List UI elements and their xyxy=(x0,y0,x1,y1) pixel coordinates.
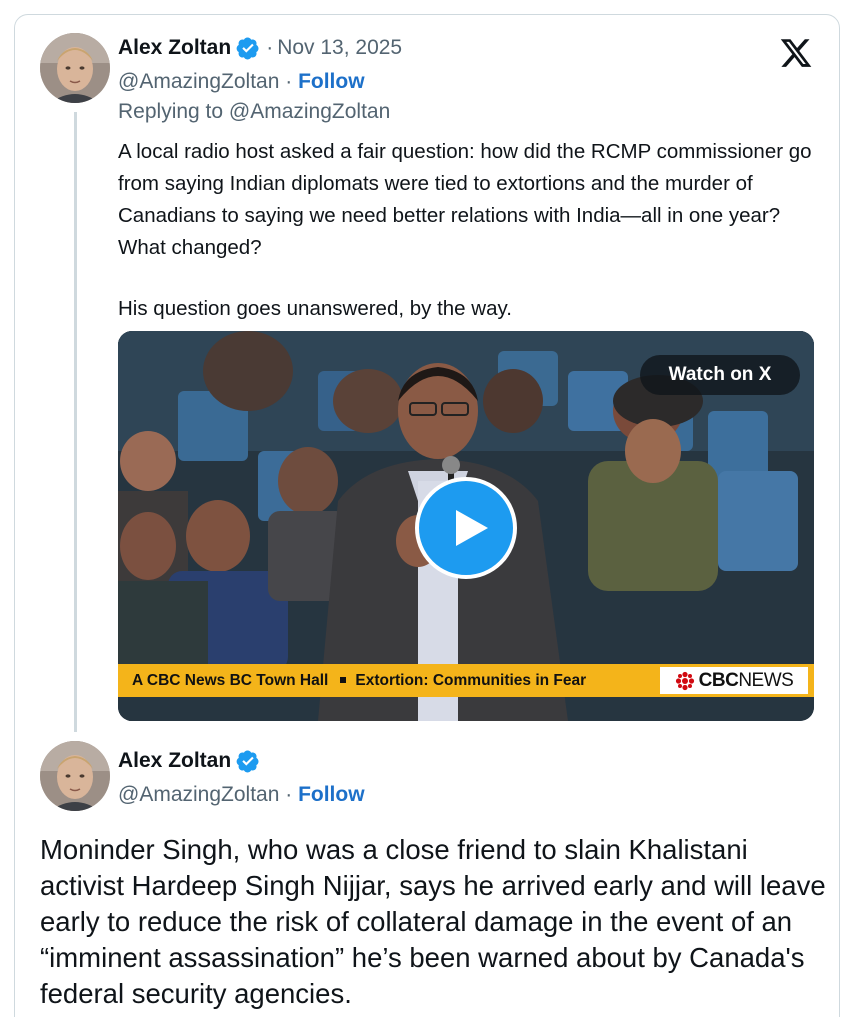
handle-row: @AmazingZoltan · Follow xyxy=(118,70,365,94)
separator-dot: · xyxy=(266,36,274,59)
avatar[interactable] xyxy=(40,33,110,103)
cbc-wordmark: CBC xyxy=(698,669,739,691)
news-wordmark: NEWS xyxy=(738,669,794,691)
cbc-gem-icon xyxy=(675,671,695,691)
author-display-name[interactable]: Alex Zoltan xyxy=(118,36,231,60)
replying-to-label: Replying to @AmazingZoltan xyxy=(118,100,391,123)
separator-dot: · xyxy=(285,70,299,93)
tweet-date[interactable]: Nov 13, 2025 xyxy=(277,36,402,60)
tweet-header: Alex Zoltan xyxy=(118,749,260,773)
verified-badge-icon xyxy=(236,749,260,773)
follow-button[interactable]: Follow xyxy=(298,70,365,93)
verified-badge-icon xyxy=(236,36,260,60)
author-display-name[interactable]: Alex Zoltan xyxy=(118,749,231,773)
cbc-news-logo: CBC NEWS xyxy=(660,667,808,694)
follow-button[interactable]: Follow xyxy=(298,783,365,806)
author-handle[interactable]: @AmazingZoltan xyxy=(118,783,279,806)
watch-on-x-button[interactable]: Watch on X xyxy=(640,355,800,395)
tweet-text: A local radio host asked a fair question… xyxy=(118,136,823,325)
tweet-paragraph: His question goes unanswered, by the way… xyxy=(118,297,512,320)
lower-third-separator xyxy=(340,676,347,683)
play-button[interactable] xyxy=(415,477,517,579)
thread-connector-line xyxy=(74,112,77,732)
separator-dot: · xyxy=(285,783,299,806)
tweet-text: Moninder Singh, who was a close friend t… xyxy=(40,834,826,1009)
lower-third-right: Extortion: Communities in Fear xyxy=(355,671,587,689)
avatar[interactable] xyxy=(40,741,110,811)
handle-row: @AmazingZoltan · Follow xyxy=(118,783,365,807)
video-lower-third: A CBC News BC Town Hall Extortion: Commu… xyxy=(118,664,814,697)
play-icon xyxy=(456,510,488,546)
tweet-header: Alex Zoltan · Nov 13, 2025 xyxy=(118,36,402,60)
author-handle[interactable]: @AmazingZoltan xyxy=(118,70,279,93)
tweet-paragraph: A local radio host asked a fair question… xyxy=(118,140,812,259)
video-player[interactable]: Watch on X A CBC News BC Town Hall Extor… xyxy=(118,331,814,721)
lower-third-left: A CBC News BC Town Hall xyxy=(132,671,329,689)
x-logo-icon[interactable] xyxy=(778,36,814,70)
